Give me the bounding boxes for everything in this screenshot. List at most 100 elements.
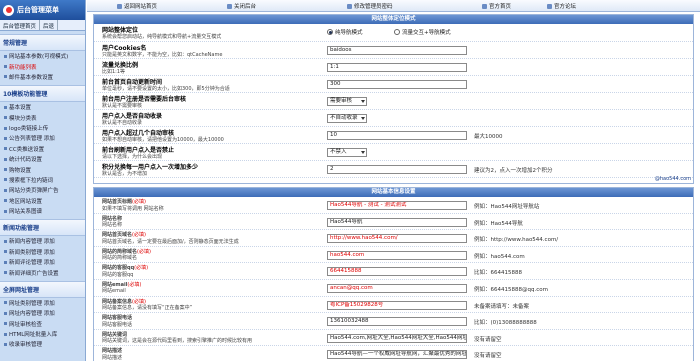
topbar-link-close[interactable]: 关闭后台 — [227, 2, 256, 10]
forum-icon — [547, 3, 552, 9]
radio-nav-only[interactable]: 纯导航模式 — [327, 28, 363, 36]
sidebar-item-label: 新闻详细页广告设置 — [9, 270, 59, 277]
sidebar-item[interactable]: 收录审核管理 — [0, 339, 85, 349]
sidebar-item[interactable]: 新功能列表 — [0, 61, 85, 71]
setting-input[interactable]: Hao544导航 - 测试 - 测试测试 — [327, 201, 467, 210]
setting-desc: 网站首页域名，请一定要在最后面加/，否则静态页面无法生成 — [102, 238, 239, 245]
sidebar-item-label: 购物设置 — [9, 167, 32, 174]
sidebar-item[interactable]: 网址类别管理 添加 — [0, 298, 85, 308]
radio-traffic-mode[interactable]: 流量交互+导航模式 — [394, 28, 451, 36]
required-mark: (必填) — [132, 298, 146, 305]
sidebar-group-title[interactable]: 10模板功能管理 — [0, 85, 85, 103]
setting-label: 前台首页自动更新时间 单位毫秒，请不要设置的太小，比如300，即5分钟为合适 — [102, 77, 322, 93]
setting-row: 网站关键词 网站关键词，这是会在源代码里看到，搜索引擎推广的时候比较有用 Hao54… — [94, 330, 693, 347]
sidebar-item-label: 收录审核管理 — [9, 342, 43, 349]
bullet-icon — [4, 105, 7, 109]
sidebar-item[interactable]: HTML网址批量入库 — [0, 329, 85, 339]
setting-input[interactable]: Hao544导航—一个权威网址导航网，汇聚最优秀的网址！ — [327, 350, 467, 360]
setting-row: 网站email(必填) 网站email ancan@qq.com 例如：6644158… — [94, 280, 693, 297]
setting-row: 网站的客服qq(必填) 网站的客服qq 664415888 比如：664415888 — [94, 263, 693, 280]
setting-select[interactable]: 不自动收录 — [327, 114, 367, 123]
setting-name-text: 网站首页域名 — [102, 232, 133, 239]
sidebar-item[interactable]: 模块分类表 — [0, 113, 85, 123]
sidebar-group: 常规管理 网站基本参数(可视模式) 新功能列表 邮件基本参数设置 — [0, 34, 85, 82]
sidebar-item[interactable]: 新闻内容管理 添加 — [0, 236, 85, 246]
bullet-icon — [4, 239, 7, 243]
topbar-link-home[interactable]: 返回网站首页 — [117, 2, 157, 10]
setting-row: 前台用户注册是否需要后台审核 默认是不需要审核 需要审核 — [94, 93, 693, 110]
sidebar-item[interactable]: 基本设置 — [0, 102, 85, 112]
setting-input[interactable]: Hao544.com,网址大全,Hao544网址大全,Hao544网址导 — [327, 333, 467, 343]
setting-label: 网站整体定位 系统会帮您启动站，纯导航模式和导航+流量交互模式 — [102, 25, 322, 41]
sidebar-item[interactable]: 新闻类别管理 添加 — [0, 247, 85, 257]
sidebar-item[interactable]: 网站基本参数(可视模式) — [0, 51, 85, 61]
setting-name-text: 网站首页标题 — [102, 199, 133, 205]
sidebar-item[interactable]: 新闻详细页广告设置 — [0, 267, 85, 277]
sidebar-item[interactable]: 购物设置 — [0, 164, 85, 174]
bullet-icon — [4, 116, 7, 120]
sidebar-item[interactable]: 新闻评论管理 添加 — [0, 257, 85, 267]
select-value: 需要审核 — [330, 98, 353, 104]
setting-label: 网站关键词 网站关键词，这是会在源代码里看到，搜索引擎推广的时候比较有用 — [102, 331, 322, 345]
topbar-link-forum[interactable]: 官方论坛 — [547, 2, 576, 10]
site-mode-panel: 网站整体定位模式 网站整体定位 系统会帮您启动站，纯导航模式和导航+流量交互模式 纯… — [93, 14, 694, 184]
sidebar-item[interactable]: logo类链接上传 — [0, 123, 85, 133]
sidebar-item[interactable]: 地区网站设置 — [0, 196, 85, 206]
setting-input[interactable]: ancan@qq.com — [327, 283, 467, 293]
topbar-link-official-home[interactable]: 官方首页 — [482, 2, 511, 10]
setting-input[interactable]: 2 — [327, 165, 467, 174]
sidebar-item[interactable]: 网址内容管理 添加 — [0, 308, 85, 318]
setting-input[interactable]: 1:1 — [327, 63, 467, 72]
setting-name-text: 网站描述 — [102, 348, 123, 355]
sidebar-group: 全屏网址管理 网址类别管理 添加 网址内容管理 添加 网址审核检查 HTML网址批量入库… — [0, 280, 85, 350]
topbar-link-password[interactable]: 修改管理员密码 — [347, 2, 393, 10]
sidebar-item[interactable]: 网站分类页弹屏广告 — [0, 185, 85, 195]
sidebar-item[interactable]: 网站关系图谱 — [0, 206, 85, 216]
sidebar-item[interactable]: 搜索框下拉内链词 — [0, 175, 85, 185]
sidebar-item[interactable]: 网址审核检查 — [0, 319, 85, 329]
sidebar-item-label: 搜索框下拉内链词 — [9, 177, 54, 184]
setting-select[interactable]: 不禁入 — [327, 148, 367, 157]
setting-input[interactable]: baidoos — [327, 46, 467, 55]
setting-label: 网站备案信息(必填) 网站备案信息，请没有填写“正在备案中” — [102, 298, 322, 312]
sidebar-group-title[interactable]: 常规管理 — [0, 34, 85, 51]
sidebar-item[interactable]: 公告列表管理 添加 — [0, 133, 85, 143]
sidebar-item[interactable]: CC类推送设置 — [0, 144, 85, 154]
sidebar-item[interactable]: 统计代码设置 — [0, 154, 85, 164]
setting-select[interactable]: 需要审核 — [327, 97, 367, 106]
setting-input[interactable]: 13610032488 — [327, 317, 467, 327]
setting-input[interactable]: Hao544导航 — [327, 217, 467, 227]
setting-label: 网站email(必填) 网站email — [102, 281, 322, 295]
setting-name: 网站的客服qq(必填) — [102, 264, 322, 272]
radio-icon — [394, 29, 400, 35]
setting-name-text: 网站名称 — [102, 215, 123, 222]
setting-name: 用户点入超过几个自动审核 — [102, 130, 175, 137]
setting-input[interactable]: 粤ICP备15029828号 — [327, 300, 467, 310]
setting-row: 用户点入是否自动收录 默认是不自动收录 不自动收录 — [94, 110, 693, 127]
setting-input[interactable]: http://www.hao544.com/ — [327, 234, 467, 244]
setting-label: 网站首页标题(必填) 如果不填写将调用 网站名称 — [102, 198, 322, 212]
sidebar-group: 新闻功能管理 新闻内容管理 添加 新闻类别管理 添加 新闻评论管理 添加新闻详细页广告… — [0, 219, 85, 278]
setting-note: 例如：Hao544网址导航站 — [474, 204, 540, 210]
topbar-link-label: 修改管理员密码 — [354, 4, 393, 10]
setting-input[interactable]: 664415888 — [327, 267, 467, 277]
setting-input[interactable]: 10 — [327, 131, 467, 140]
setting-desc: 默认是否，为不增加 — [102, 171, 148, 177]
sidebar-groups: 常规管理 网站基本参数(可视模式) 新功能列表 邮件基本参数设置 10模板功能管理 基本设… — [0, 34, 85, 350]
bullet-icon — [4, 250, 7, 254]
footer-link[interactable]: @hao544.com — [655, 176, 691, 182]
setting-name: 网站首页域名(必填) — [102, 231, 322, 239]
sidebar-group-title[interactable]: 全屏网址管理 — [0, 280, 85, 298]
select-value: 不自动收录 — [330, 115, 358, 121]
setting-desc: 网站关键词，这是会在源代码里看到，搜索引擎推广的时候比较有用 — [102, 338, 253, 345]
setting-name: 前台刷新用户点入是否禁止 — [102, 147, 175, 154]
sidebar-nav-back[interactable]: 后退 — [40, 20, 59, 30]
sidebar-nav-home[interactable]: 后台管理首页 — [0, 20, 41, 30]
setting-desc: 请以下选择，为什么会出现 — [102, 154, 163, 160]
setting-desc: 网站email — [102, 288, 126, 295]
setting-name-text: 网站的简称域名 — [102, 248, 138, 255]
setting-input[interactable]: hao544.com — [327, 250, 467, 260]
setting-input[interactable]: 300 — [327, 80, 467, 89]
sidebar-item[interactable]: 邮件基本参数设置 — [0, 72, 85, 82]
sidebar-group-title[interactable]: 新闻功能管理 — [0, 219, 85, 237]
